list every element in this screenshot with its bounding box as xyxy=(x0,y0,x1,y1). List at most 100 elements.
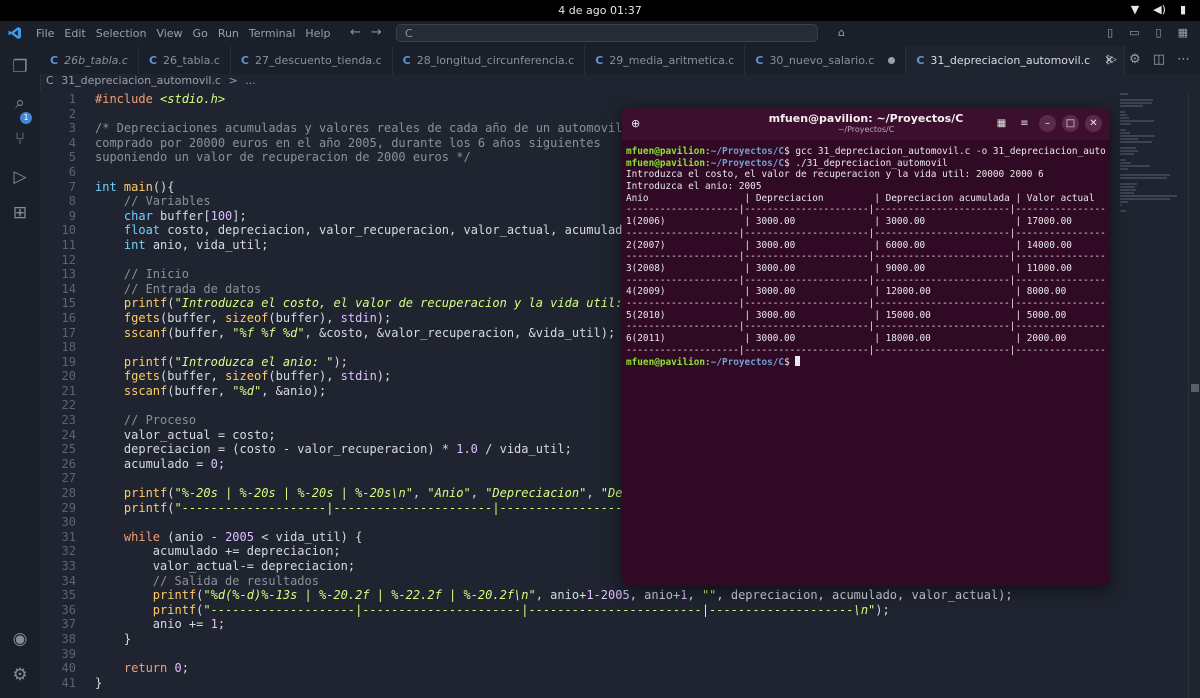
line-number: 28 xyxy=(61,486,76,501)
search-icon[interactable]: ⌕ xyxy=(9,92,31,114)
line-text: char buffer[100]; xyxy=(123,208,247,223)
minimap-line xyxy=(1120,120,1154,122)
menu-bar: File Edit Selection View Go Run Terminal Help xyxy=(36,27,330,40)
more-actions-icon[interactable]: ⋯ xyxy=(1177,52,1190,67)
code-line[interactable]: 35 printf("%d(%-d)%-13s | %-20.2f | %-22… xyxy=(40,588,1013,603)
terminal-output-line: --------------------|-------------------… xyxy=(626,345,1106,357)
prompt-command: gcc 31_depreciacion_automovil.c -o 31_de… xyxy=(795,146,1106,157)
line-number: 15 xyxy=(61,296,76,311)
minimap-line xyxy=(1120,102,1152,104)
terminal-output-line: 6(2011) | 3000.00 | 18000.00 | 2000.00 xyxy=(626,333,1106,345)
volume-icon[interactable]: ◀) xyxy=(1153,3,1166,16)
account-icon[interactable]: ◉ xyxy=(9,628,31,650)
menu-help[interactable]: Help xyxy=(305,27,330,40)
line-number: 23 xyxy=(61,413,76,428)
copilot-icon[interactable]: ⌂ xyxy=(838,26,845,39)
code-line[interactable]: 41} xyxy=(40,676,1013,691)
menu-selection[interactable]: Selection xyxy=(96,27,147,40)
tab-26b-tabla-c[interactable]: C 26b_tabla.c xyxy=(40,46,139,74)
extensions-icon[interactable]: ⊞ xyxy=(9,202,31,224)
line-number: 35 xyxy=(61,588,76,603)
line-number: 9 xyxy=(68,208,76,223)
tab-29-media-aritmetica-c[interactable]: C 29_media_aritmetica.c xyxy=(585,46,746,74)
minimap-line xyxy=(1120,195,1177,197)
window-controls: ▦ ≡ – □ ✕ xyxy=(993,115,1102,132)
menu-edit[interactable]: Edit xyxy=(64,27,85,40)
terminal-window[interactable]: ⊕ mfuen@pavilion: ~/Proyectos/C ~/Proyec… xyxy=(622,108,1110,586)
code-line[interactable]: 40 return 0; xyxy=(40,661,1013,676)
line-text: comprado por 20000 euros en el año 2005,… xyxy=(95,135,601,150)
maximize-button[interactable]: □ xyxy=(1062,115,1079,132)
line-number: 11 xyxy=(61,237,76,252)
command-center-search[interactable]: C ⌂ xyxy=(396,24,845,42)
minimap-line xyxy=(1120,105,1143,107)
line-number: 21 xyxy=(61,383,76,398)
code-line[interactable]: 38 } xyxy=(40,632,1013,647)
line-text: } xyxy=(95,675,103,690)
clock[interactable]: 4 de ago 01:37 xyxy=(0,4,1200,17)
run-code-icon[interactable]: ▷ xyxy=(1107,52,1117,67)
source-control-icon[interactable]: ⑂ xyxy=(9,128,31,150)
line-text: valor_actual = costo; xyxy=(95,427,276,442)
menu-run[interactable]: Run xyxy=(218,27,239,40)
line-number: 27 xyxy=(61,471,76,486)
unsaved-dot-icon[interactable] xyxy=(888,56,896,64)
tab-28-longitud-circunferencia-c[interactable]: C 28_longitud_circunferencia.c xyxy=(393,46,586,74)
terminal-header[interactable]: ⊕ mfuen@pavilion: ~/Proyectos/C ~/Proyec… xyxy=(622,108,1110,140)
minimap[interactable] xyxy=(1114,92,1190,422)
terminal-output[interactable]: mfuen@pavilion:~/Proyectos/C$ gcc 31_dep… xyxy=(626,146,1106,368)
grid-view-icon[interactable]: ▦ xyxy=(993,115,1010,132)
terminal-menu-icon[interactable]: ≡ xyxy=(1016,115,1033,132)
line-number: 14 xyxy=(61,281,76,296)
battery-icon[interactable]: ▮ xyxy=(1180,3,1186,16)
scrollbar-thumb[interactable] xyxy=(1191,384,1199,392)
minimap-line xyxy=(1120,114,1127,116)
menu-go[interactable]: Go xyxy=(193,27,208,40)
explorer-icon[interactable]: ❐ xyxy=(9,56,31,78)
back-arrow-icon[interactable]: ← xyxy=(350,25,361,40)
minimap-line xyxy=(1120,198,1170,200)
layout-panel-icon[interactable]: ▭ xyxy=(1129,26,1139,39)
tab-26-tabla-c[interactable]: C 26_tabla.c xyxy=(139,46,231,74)
settings-gear-icon[interactable]: ⚙ xyxy=(9,664,31,686)
code-line[interactable]: 1 #include <stdio.h> xyxy=(40,92,1013,107)
minimap-line xyxy=(1120,132,1130,134)
output-text: 6(2011) | 3000.00 | 18000.00 | 2000.00 xyxy=(626,333,1067,344)
editor-scrollbar[interactable] xyxy=(1188,92,1200,698)
editor-actions: ▷ ⚙ ◫ ⋯ xyxy=(1107,52,1190,67)
code-line[interactable]: 36 printf("--------------------|--------… xyxy=(40,603,1013,618)
line-number: 41 xyxy=(61,675,76,690)
menu-view[interactable]: View xyxy=(156,27,182,40)
output-text: Anio | Depreciacion | Depreciacion acumu… xyxy=(626,192,1095,204)
close-button[interactable]: ✕ xyxy=(1085,115,1102,132)
breadcrumb-file[interactable]: 31_depreciacion_automovil.c xyxy=(61,74,221,87)
minimap-line xyxy=(1120,210,1126,212)
minimize-button[interactable]: – xyxy=(1039,115,1056,132)
prompt-symbol: $ xyxy=(784,157,796,169)
code-line[interactable]: 37 anio += 1; xyxy=(40,617,1013,632)
terminal-output-line: Introduzca el anio: 2005 xyxy=(626,181,1106,193)
layout-sidebar-icon[interactable]: ▯ xyxy=(1107,26,1113,39)
split-editor-icon[interactable]: ◫ xyxy=(1153,52,1165,67)
wifi-icon[interactable]: ▼ xyxy=(1131,3,1139,16)
run-debug-icon[interactable]: ▷ xyxy=(9,166,31,188)
settings-icon[interactable]: ⚙ xyxy=(1129,52,1141,67)
line-number: 26 xyxy=(61,456,76,471)
forward-arrow-icon[interactable]: → xyxy=(371,25,382,40)
line-number: 34 xyxy=(61,573,76,588)
tab-label: 26_tabla.c xyxy=(163,53,220,67)
line-number: 32 xyxy=(61,544,76,559)
menu-file[interactable]: File xyxy=(36,27,54,40)
system-tray[interactable]: ▼ ◀) ▮ xyxy=(1131,3,1186,16)
customize-layout-icon[interactable]: ▦ xyxy=(1178,26,1188,39)
menu-terminal[interactable]: Terminal xyxy=(249,27,296,40)
line-text: while (anio - 2005 < vida_util) { xyxy=(123,529,363,544)
breadcrumb-symbol[interactable]: ... xyxy=(245,74,256,87)
tab-30-nuevo-salario-c[interactable]: C 30_nuevo_salario.c xyxy=(745,46,907,74)
code-line[interactable]: 39 xyxy=(40,647,1013,662)
breadcrumb-lang-icon: C xyxy=(46,74,54,87)
tab-27-descuento-tienda-c[interactable]: C 27_descuento_tienda.c xyxy=(231,46,393,74)
tab-31-depreciacion-automovil-c[interactable]: C 31_depreciacion_automovil.c ✕ xyxy=(906,46,1126,74)
layout-secondary-icon[interactable]: ▯ xyxy=(1156,26,1162,39)
output-text: --------------------|-------------------… xyxy=(626,274,1106,286)
